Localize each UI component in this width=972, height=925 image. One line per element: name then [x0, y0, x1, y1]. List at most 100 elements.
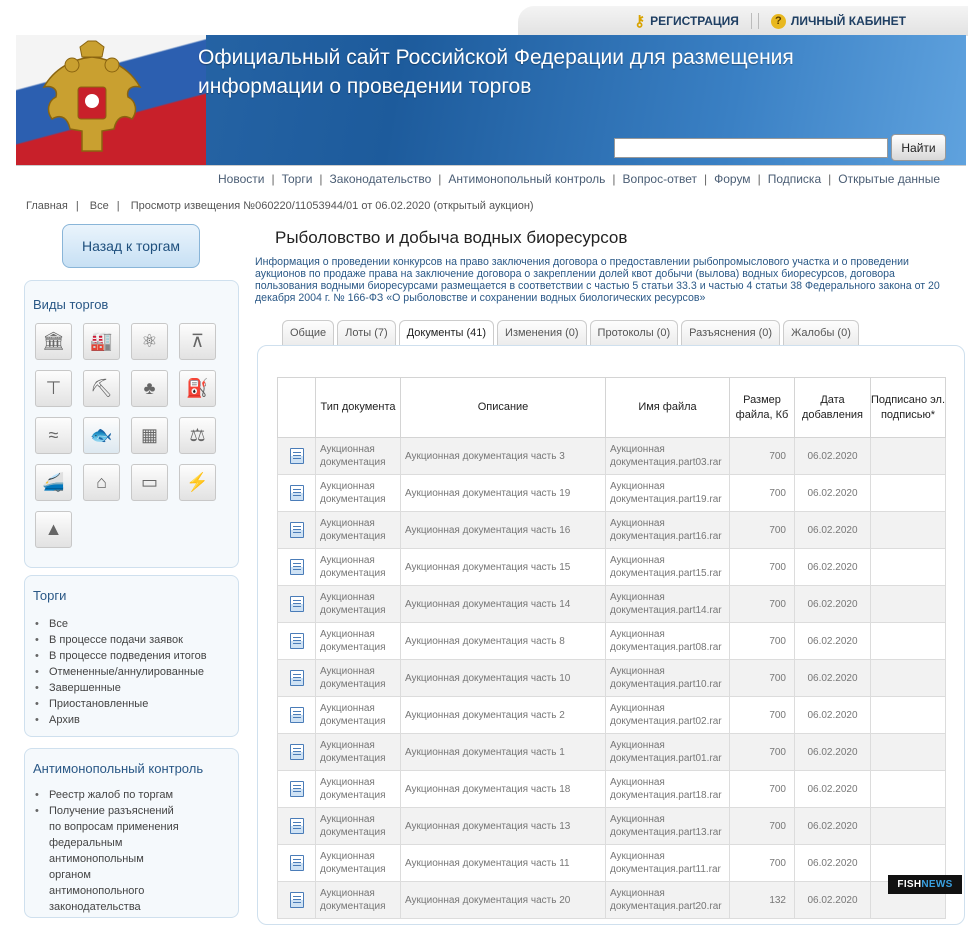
torgi-item-archive[interactable]: Архив [35, 712, 207, 728]
antimonopoly-item-clarifications[interactable]: Получение разъяснений по вопросам примен… [35, 803, 185, 915]
signed-cell [870, 437, 946, 475]
document-icon[interactable] [289, 892, 304, 908]
description-cell: Аукционная документация часть 15 [400, 548, 606, 586]
crane-icon[interactable]: ⊤ [35, 370, 72, 407]
filename-cell[interactable]: Аукционная документация.part15.rar [605, 548, 730, 586]
doc-cell [277, 696, 316, 734]
filename-cell[interactable]: Аукционная документация.part02.rar [605, 696, 730, 734]
forest-icon[interactable]: ♣ [131, 370, 168, 407]
tab-complaints[interactable]: Жалобы (0) [783, 320, 859, 345]
document-icon[interactable] [289, 707, 304, 723]
tab-clarifications[interactable]: Разъяснения (0) [681, 320, 781, 345]
table-row[interactable]: Аукционная документация Аукционная докуме… [277, 474, 946, 512]
table-row[interactable]: Аукционная документация Аукционная докуме… [277, 548, 946, 586]
filename-cell[interactable]: Аукционная документация.part19.rar [605, 474, 730, 512]
filename-cell[interactable]: Аукционная документация.part08.rar [605, 622, 730, 660]
nav-open-data[interactable]: Открытые данные [838, 172, 940, 186]
top-user-bar: ⚷ РЕГИСТРАЦИЯ ? ЛИЧНЫЙ КАБИНЕТ [518, 6, 968, 36]
water-icon[interactable]: ≈ [35, 417, 72, 454]
document-icon[interactable] [289, 744, 304, 760]
document-icon[interactable] [289, 596, 304, 612]
table-row[interactable]: Аукционная документация Аукционная докуме… [277, 844, 946, 882]
filename-cell[interactable]: Аукционная документация.part10.rar [605, 659, 730, 697]
billboard-icon[interactable]: ▭ [131, 464, 168, 501]
nav-forum[interactable]: Форум [714, 172, 750, 186]
doc-cell [277, 585, 316, 623]
tab-general[interactable]: Общие [282, 320, 335, 345]
torgi-item-cancelled[interactable]: Отмененные/аннулированные [35, 664, 207, 680]
breadcrumb-all[interactable]: Все [90, 200, 109, 212]
search-button[interactable]: Найти [891, 134, 946, 161]
torgi-item-applying[interactable]: В процессе подачи заявок [35, 632, 207, 648]
table-row[interactable]: Аукционная документация Аукционная докуме… [277, 622, 946, 660]
fishnews-watermark: FISH NEWS [888, 875, 962, 894]
document-icon[interactable] [289, 559, 304, 575]
nav-subscription[interactable]: Подписка [768, 172, 821, 186]
signed-cell [870, 548, 946, 586]
description-cell: Аукционная документация часть 2 [400, 696, 606, 734]
document-icon[interactable] [289, 633, 304, 649]
filename-cell[interactable]: Аукционная документация.part01.rar [605, 733, 730, 771]
antenna-icon[interactable]: ▲ [35, 511, 72, 548]
breadcrumb-home[interactable]: Главная [26, 200, 68, 212]
table-row[interactable]: Аукционная документация Аукционная докуме… [277, 733, 946, 771]
back-to-torgi-button[interactable]: Назад к торгам [62, 224, 200, 268]
office-icon[interactable]: ▦ [131, 417, 168, 454]
description-cell: Аукционная документация часть 8 [400, 622, 606, 660]
factory-icon[interactable]: 🏭 [83, 323, 120, 360]
document-icon[interactable] [289, 781, 304, 797]
house-icon[interactable]: ⌂ [83, 464, 120, 501]
oil-pump-icon[interactable]: ⛽ [179, 370, 216, 407]
table-row[interactable]: Аукционная документация Аукционная докуме… [277, 807, 946, 845]
search-input[interactable] [614, 138, 888, 158]
register-link[interactable]: ⚷ РЕГИСТРАЦИЯ [634, 12, 739, 30]
miner-icon[interactable]: ⛏ [83, 370, 120, 407]
fish-icon[interactable]: 🐟 [83, 417, 120, 454]
tab-lots[interactable]: Лоты (7) [337, 320, 396, 345]
filename-cell[interactable]: Аукционная документация.part14.rar [605, 585, 730, 623]
antimonopoly-item-complaints[interactable]: Реестр жалоб по торгам [35, 787, 185, 803]
building-icon[interactable]: 🏛 [35, 323, 72, 360]
tab-documents[interactable]: Документы (41) [398, 320, 495, 345]
table-row[interactable]: Аукционная документация Аукционная докуме… [277, 659, 946, 697]
nav-separator: | [828, 171, 832, 186]
document-icon[interactable] [289, 485, 304, 501]
table-row[interactable]: Аукционная документация Аукционная докуме… [277, 511, 946, 549]
table-row[interactable]: Аукционная документация Аукционная докуме… [277, 881, 946, 919]
document-icon[interactable] [289, 522, 304, 538]
atom-icon[interactable]: ⚛ [131, 323, 168, 360]
table-row[interactable]: Аукционная документация Аукционная докуме… [277, 696, 946, 734]
nav-faq[interactable]: Вопрос-ответ [623, 172, 697, 186]
table-row[interactable]: Аукционная документация Аукционная докуме… [277, 437, 946, 475]
nav-antimonopoly[interactable]: Антимонопольный контроль [448, 172, 605, 186]
table-row[interactable]: Аукционная документация Аукционная докуме… [277, 585, 946, 623]
filename-cell[interactable]: Аукционная документация.part13.rar [605, 807, 730, 845]
tab-changes[interactable]: Изменения (0) [497, 320, 587, 345]
filename-cell[interactable]: Аукционная документация.part16.rar [605, 511, 730, 549]
filename-cell[interactable]: Аукционная документация.part03.rar [605, 437, 730, 475]
nav-legislation[interactable]: Законодательство [330, 172, 432, 186]
cabinet-link[interactable]: ? ЛИЧНЫЙ КАБИНЕТ [770, 13, 906, 29]
date-cell: 06.02.2020 [794, 770, 871, 808]
nav-news[interactable]: Новости [218, 172, 264, 186]
date-cell: 06.02.2020 [794, 622, 871, 660]
signed-cell [870, 696, 946, 734]
power-line-icon[interactable]: ⚡ [179, 464, 216, 501]
document-icon[interactable] [289, 818, 304, 834]
document-icon[interactable] [289, 855, 304, 871]
table-row[interactable]: Аукционная документация Аукционная докуме… [277, 770, 946, 808]
document-icon[interactable] [289, 670, 304, 686]
document-icon[interactable] [289, 448, 304, 464]
filename-cell[interactable]: Аукционная документация.part20.rar [605, 881, 730, 919]
torgi-item-all[interactable]: Все [35, 616, 207, 632]
tab-protocols[interactable]: Протоколы (0) [589, 320, 679, 345]
torgi-item-completed[interactable]: Завершенные [35, 680, 207, 696]
filename-cell[interactable]: Аукционная документация.part18.rar [605, 770, 730, 808]
filename-cell[interactable]: Аукционная документация.part11.rar [605, 844, 730, 882]
justice-icon[interactable]: ⚖ [179, 417, 216, 454]
torgi-item-suspended[interactable]: Приостановленные [35, 696, 207, 712]
nav-torgi[interactable]: Торги [282, 172, 313, 186]
train-icon[interactable]: 🚄 [35, 464, 72, 501]
torgi-item-summarizing[interactable]: В процессе подведения итогов [35, 648, 207, 664]
surveyor-icon[interactable]: ⊼ [179, 323, 216, 360]
